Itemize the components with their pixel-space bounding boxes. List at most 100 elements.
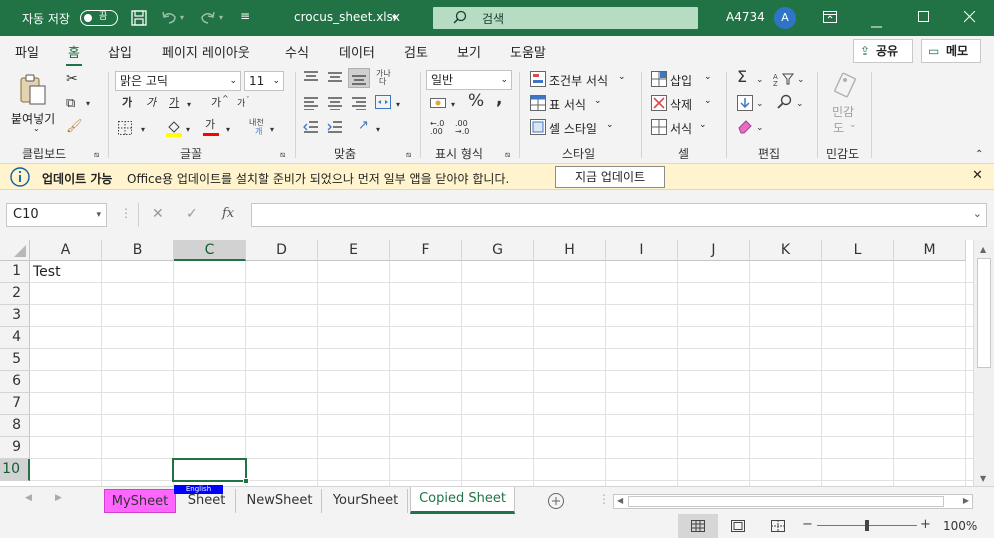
tab-insert[interactable]: 삽입	[108, 42, 132, 61]
prev-sheet-icon[interactable]: ◀	[25, 493, 32, 503]
minimize-icon[interactable]	[871, 17, 883, 31]
phonetic-dropdown-icon[interactable]: ▾	[270, 123, 274, 137]
row-header-9[interactable]: 9	[0, 437, 30, 459]
search-box[interactable]: 검색	[433, 7, 698, 29]
column-header-k[interactable]: K	[750, 240, 822, 261]
italic-icon[interactable]: 가	[146, 96, 156, 110]
column-header-c[interactable]: C	[174, 240, 246, 261]
decrease-decimal-icon[interactable]: .00 →.0	[455, 120, 469, 136]
copy-icon[interactable]: ⧉	[66, 97, 75, 111]
zoom-level[interactable]: 100%	[943, 519, 977, 533]
underline-dropdown-icon[interactable]: ▾	[187, 98, 191, 112]
clear-dropdown-icon[interactable]: ⌄	[756, 121, 764, 135]
increase-decimal-icon[interactable]: ←.0.00	[430, 120, 444, 136]
sort-filter-icon[interactable]: AZ	[773, 71, 795, 91]
page-layout-view-icon[interactable]	[731, 520, 745, 535]
worksheet-grid[interactable]: ABCDEFGHIJKLM 1 2 3 4 5 6 7 8 9 10 Test English ▲…	[0, 240, 994, 494]
align-middle-icon[interactable]	[327, 70, 343, 88]
update-now-button[interactable]: 지금 업데이트	[555, 166, 665, 188]
copy-dropdown-icon[interactable]: ▾	[86, 97, 90, 111]
clear-icon[interactable]	[737, 118, 753, 138]
filename-dropdown-icon[interactable]: ▾	[392, 13, 397, 23]
accounting-format-icon[interactable]	[430, 96, 446, 114]
fill-dropdown-icon[interactable]: ⌄	[756, 97, 764, 111]
column-header-g[interactable]: G	[462, 240, 534, 261]
autosum-dropdown-icon[interactable]: ⌄	[756, 73, 764, 87]
fill-icon[interactable]	[737, 95, 753, 115]
select-all-corner[interactable]	[0, 240, 30, 261]
orientation-dropdown-icon[interactable]: ▾	[376, 123, 380, 137]
scrollbar-thumb[interactable]	[628, 496, 944, 507]
shrink-font-icon[interactable]: 가	[237, 97, 245, 111]
find-dropdown-icon[interactable]: ⌄	[796, 97, 804, 111]
find-select-icon[interactable]	[776, 94, 792, 114]
clipboard-launcher-icon[interactable]: ⧅	[94, 148, 99, 162]
cell-a1[interactable]: Test	[33, 261, 61, 283]
more-options-icon[interactable]: ⋮	[120, 206, 132, 220]
save-icon[interactable]	[130, 9, 148, 30]
border-dropdown-icon[interactable]: ▾	[141, 123, 145, 137]
maximize-icon[interactable]	[918, 11, 930, 26]
scroll-left-icon[interactable]: ◀	[617, 496, 623, 505]
orientation-icon[interactable]: ↗	[358, 119, 369, 133]
font-size-select[interactable]: 11 ⌄	[244, 71, 284, 91]
tab-file[interactable]: 파일	[15, 42, 39, 61]
scroll-down-icon[interactable]: ▼	[980, 474, 986, 483]
fill-color-icon[interactable]	[166, 119, 182, 141]
cut-icon[interactable]: ✂	[66, 72, 78, 86]
percent-icon[interactable]: %	[468, 93, 484, 110]
paste-button[interactable]: 붙여넣기 ⌄	[8, 70, 58, 136]
scroll-right-icon[interactable]: ▶	[963, 496, 969, 505]
tab-data[interactable]: 데이터	[339, 42, 375, 61]
close-icon[interactable]	[963, 10, 976, 26]
border-icon[interactable]	[118, 121, 132, 139]
sort-filter-dropdown-icon[interactable]: ⌄	[797, 73, 805, 87]
font-color-icon[interactable]: 가	[205, 118, 215, 132]
sheet-tab-copied-sheet[interactable]: Copied Sheet	[410, 487, 515, 514]
align-top-icon[interactable]	[303, 70, 319, 88]
comma-style-icon[interactable]: ,	[496, 91, 502, 108]
sensitivity-button[interactable]: 민감 도 ⌄	[825, 68, 865, 138]
column-header-i[interactable]: I	[606, 240, 678, 261]
grow-font-icon[interactable]: 가	[211, 96, 221, 110]
scrollbar-thumb[interactable]	[977, 258, 991, 368]
number-launcher-icon[interactable]: ⧅	[505, 148, 510, 162]
wrap-text-icon[interactable]: 가나 다	[376, 70, 391, 86]
sheet-split-handle[interactable]: ⋮	[598, 492, 610, 506]
add-sheet-icon[interactable]	[547, 492, 565, 513]
row-header-4[interactable]: 4	[0, 327, 30, 349]
column-header-f[interactable]: F	[390, 240, 462, 261]
column-header-l[interactable]: L	[822, 240, 894, 261]
tab-formulas[interactable]: 수식	[285, 42, 309, 61]
column-header-m[interactable]: M	[894, 240, 966, 261]
row-header-3[interactable]: 3	[0, 305, 30, 327]
column-header-j[interactable]: J	[678, 240, 750, 261]
horizontal-scrollbar[interactable]: ◀ ▶	[613, 494, 973, 509]
autosum-icon[interactable]: Σ	[737, 69, 747, 85]
normal-view-button[interactable]	[678, 514, 718, 538]
bold-icon[interactable]: 가	[122, 96, 132, 110]
sheet-tab-newsheet[interactable]: NewSheet	[238, 489, 322, 513]
font-launcher-icon[interactable]: ⧅	[280, 148, 285, 162]
file-name[interactable]: crocus_sheet.xlsx	[294, 10, 400, 24]
merge-dropdown-icon[interactable]: ▾	[396, 98, 400, 112]
ribbon-display-icon[interactable]	[823, 11, 837, 26]
autosave-toggle[interactable]: 끔	[80, 10, 118, 26]
name-box[interactable]: C10 ▾	[6, 203, 107, 227]
page-break-view-icon[interactable]	[771, 520, 785, 535]
increase-indent-icon[interactable]	[327, 120, 343, 138]
align-left-icon[interactable]	[303, 96, 319, 114]
avatar[interactable]: A	[774, 7, 796, 29]
zoom-out-icon[interactable]: −	[802, 517, 813, 532]
next-sheet-icon[interactable]: ▶	[55, 493, 62, 503]
scroll-up-icon[interactable]: ▲	[980, 245, 986, 254]
column-header-b[interactable]: B	[102, 240, 174, 261]
tab-page-layout[interactable]: 페이지 레이아웃	[162, 42, 250, 61]
tab-home[interactable]: 홈	[66, 42, 82, 67]
column-header-a[interactable]: A	[30, 240, 102, 261]
tab-review[interactable]: 검토	[404, 42, 428, 61]
tab-view[interactable]: 보기	[457, 42, 481, 61]
undo-icon[interactable]	[160, 9, 178, 30]
fill-handle[interactable]	[243, 478, 249, 484]
font-name-select[interactable]: 맑은 고딕 ⌄	[115, 71, 241, 91]
